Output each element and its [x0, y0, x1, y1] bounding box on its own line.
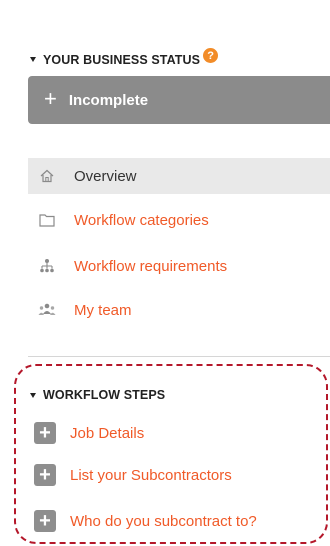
step-job-details[interactable]: + Job Details [34, 420, 144, 446]
nav-item-workflow-categories[interactable]: Workflow categories [28, 202, 330, 238]
plus-icon: + [34, 464, 56, 486]
status-incomplete-button[interactable]: + Incomplete [28, 76, 330, 124]
plus-icon: + [34, 422, 56, 444]
step-who-subcontract[interactable]: + Who do you subcontract to? [34, 508, 257, 534]
step-label: Job Details [70, 424, 145, 442]
nav-item-overview[interactable]: Overview [28, 158, 330, 194]
help-badge-icon[interactable]: ? [203, 48, 219, 63]
plus-icon: + [44, 86, 57, 111]
caret-down-icon [30, 57, 36, 62]
nav-label-overview: Overview [74, 167, 137, 185]
plus-icon: + [34, 510, 56, 532]
home-icon [38, 167, 56, 185]
folder-icon [38, 211, 56, 229]
business-status-title: YOUR BUSINESS STATUS [43, 52, 201, 67]
step-label: List your Subcontractors [70, 466, 232, 484]
team-icon [38, 301, 56, 319]
nav-item-workflow-requirements[interactable]: Workflow requirements [28, 248, 330, 284]
workflow-steps-title: WORKFLOW STEPS [43, 388, 166, 402]
nav-label-workflow-requirements: Workflow requirements [74, 257, 228, 275]
nav-label-workflow-categories: Workflow categories [74, 211, 209, 229]
status-label: Incomplete [68, 91, 149, 109]
step-label: Who do you subcontract to? [70, 512, 257, 530]
business-status-header[interactable]: YOUR BUSINESS STATUS ? [30, 48, 219, 67]
nav-item-my-team[interactable]: My team [28, 292, 330, 328]
section-divider [28, 356, 330, 357]
step-list-subcontractors[interactable]: + List your Subcontractors [34, 462, 232, 488]
nav-label-my-team: My team [74, 301, 132, 319]
hierarchy-icon [38, 257, 56, 275]
caret-down-icon [30, 392, 36, 398]
workflow-steps-header[interactable]: WORKFLOW STEPS [30, 388, 165, 402]
